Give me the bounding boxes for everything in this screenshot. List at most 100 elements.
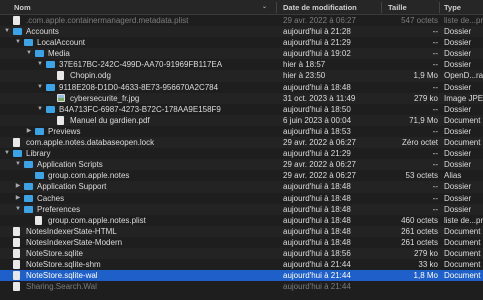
file-name: NotesIndexerState-HTML: [26, 226, 117, 236]
folder-icon: [24, 39, 33, 47]
disclosure-expanded-icon[interactable]: ▼: [25, 48, 33, 59]
modified-date: aujourd'hui à 18:56: [283, 248, 351, 258]
file-kind: Dossier: [444, 160, 472, 170]
disclosure-collapsed-icon[interactable]: ▶: [14, 193, 22, 204]
file-list: .com.apple.containermanagerd.metadata.pl…: [0, 15, 483, 292]
file-name: Library: [26, 149, 51, 159]
modified-date: 29 avr. 2022 à 06:27: [283, 138, 356, 148]
file-icon: [13, 282, 20, 292]
modified-date: aujourd'hui à 21:29: [283, 149, 351, 159]
file-size: --: [432, 27, 438, 37]
disclosure-collapsed-icon[interactable]: ▶: [25, 126, 33, 137]
file-row[interactable]: NotesIndexerState-Modern aujourd'hui à 18…: [0, 237, 483, 248]
file-row[interactable]: ▼ LocalAccount aujourd'hui à 21:29 -- Dossie…: [0, 37, 483, 48]
file-icon: [35, 215, 42, 225]
file-size: --: [432, 60, 438, 70]
file-row[interactable]: group.com.apple.notes 29 avr. 2022 à 06:2…: [0, 170, 483, 181]
file-name: Media: [48, 49, 70, 59]
file-size: --: [432, 82, 438, 92]
disclosure-expanded-icon[interactable]: ▼: [36, 82, 44, 93]
file-row[interactable]: ▼ B4A713FC-6987-4273-B72C-178AA9E158F9 auj…: [0, 104, 483, 115]
column-header-name[interactable]: Nom: [14, 0, 31, 15]
file-row[interactable]: cybersecurite_fr.jpg 31 oct. 2023 à 11:49…: [0, 92, 483, 104]
file-size: 547 octets: [401, 16, 438, 25]
file-row[interactable]: ▼ Accounts aujourd'hui à 21:28 -- Dossier: [0, 26, 483, 38]
modified-date: aujourd'hui à 18:48: [283, 226, 351, 236]
file-kind: Dossier: [444, 104, 472, 114]
file-row[interactable]: NoteStore.sqlite-wal aujourd'hui à 21:44 1…: [0, 270, 483, 282]
file-size: 1,8 Mo: [413, 271, 438, 281]
file-row[interactable]: .com.apple.containermanagerd.metadata.pl…: [0, 15, 483, 26]
column-divider[interactable]: [276, 2, 277, 13]
disclosure-expanded-icon[interactable]: ▼: [36, 104, 44, 115]
file-row[interactable]: ▼ 9118E208-D1D0-4633-8E73-956670A2C784 auj…: [0, 82, 483, 93]
file-row[interactable]: NoteStore.sqlite-shm aujourd'hui à 21:44 3…: [0, 259, 483, 270]
file-size: 33 ko: [418, 260, 438, 270]
modified-date: 29 avr. 2022 à 06:27: [283, 160, 356, 170]
file-row[interactable]: Sharing.Search.Wal aujourd'hui à 21:44: [0, 281, 483, 292]
disclosure-expanded-icon[interactable]: ▼: [14, 159, 22, 170]
file-row[interactable]: ▼ 37E617BC-242C-499D-AA70-91969FB117EA hie…: [0, 59, 483, 70]
file-row[interactable]: group.com.apple.notes.plist aujourd'hui à…: [0, 215, 483, 226]
file-kind: Alias: [444, 171, 462, 181]
disclosure-expanded-icon[interactable]: ▼: [3, 148, 11, 159]
folder-icon: [46, 83, 55, 91]
file-name: cybersecurite_fr.jpg: [70, 93, 140, 103]
file-name: Manuel du gardien.pdf: [70, 115, 150, 125]
disclosure-expanded-icon[interactable]: ▼: [3, 26, 11, 37]
file-row[interactable]: ▼ Preferences aujourd'hui à 18:48 -- Dossier: [0, 203, 483, 215]
chevron-down-icon[interactable]: ⌄: [262, 0, 267, 15]
modified-date: hier à 18:57: [283, 60, 326, 70]
file-name: .com.apple.containermanagerd.metadata.pl…: [26, 16, 189, 25]
modified-date: aujourd'hui à 18:48: [283, 193, 351, 203]
file-row[interactable]: ▶ Application Support aujourd'hui à 18:48 -…: [0, 181, 483, 193]
disclosure-collapsed-icon[interactable]: ▶: [14, 181, 22, 192]
file-kind: Document: [444, 260, 481, 270]
file-icon: [13, 248, 20, 258]
file-name: 9118E208-D1D0-4633-8E73-956670A2C784: [59, 82, 219, 92]
modified-date: aujourd'hui à 21:28: [283, 27, 351, 37]
column-header-size[interactable]: Taille: [388, 0, 407, 15]
file-row[interactable]: ▼ Media aujourd'hui à 19:02 -- Dossier: [0, 48, 483, 60]
disclosure-expanded-icon[interactable]: ▼: [36, 59, 44, 70]
image-icon: [57, 94, 65, 103]
file-row[interactable]: ▼ Library aujourd'hui à 21:29 -- Dossier: [0, 148, 483, 159]
file-name: NoteStore.sqlite: [26, 248, 83, 258]
file-kind: Document: [444, 271, 481, 281]
column-header-kind[interactable]: Type: [444, 0, 461, 15]
file-row[interactable]: NotesIndexerState-HTML aujourd'hui à 18:4…: [0, 225, 483, 237]
file-name: NoteStore.sqlite-shm: [26, 260, 101, 270]
file-size: --: [432, 149, 438, 159]
disclosure-expanded-icon[interactable]: ▼: [14, 204, 22, 215]
file-row[interactable]: ▶ Caches aujourd'hui à 18:48 -- Dossier: [0, 193, 483, 204]
file-size: --: [432, 193, 438, 203]
file-row[interactable]: com.apple.notes.databaseopen.lock 29 avr.…: [0, 137, 483, 149]
disclosure-expanded-icon[interactable]: ▼: [14, 37, 22, 48]
file-kind: Dossier: [444, 27, 472, 37]
modified-date: 6 juin 2023 à 00:04: [283, 115, 352, 125]
file-row[interactable]: Manuel du gardien.pdf 6 juin 2023 à 00:04…: [0, 114, 483, 126]
file-kind: Dossier: [444, 126, 472, 136]
column-divider[interactable]: [439, 2, 440, 13]
file-name: group.com.apple.notes.plist: [48, 215, 146, 225]
modified-date: aujourd'hui à 18:50: [283, 104, 351, 114]
file-name: B4A713FC-6987-4273-B72C-178AA9E158F9: [59, 104, 221, 114]
file-icon: [13, 138, 20, 148]
file-row[interactable]: Chopin.odg hier à 23:50 1,9 Mo OpenD...rawi…: [0, 70, 483, 82]
column-divider[interactable]: [381, 2, 382, 13]
file-row[interactable]: ▼ Application Scripts 29 avr. 2022 à 06:27…: [0, 159, 483, 171]
file-icon: [13, 16, 20, 25]
file-kind: Image JPEG: [444, 93, 483, 103]
folder-icon: [35, 50, 44, 58]
file-row[interactable]: NoteStore.sqlite aujourd'hui à 18:56 279 k…: [0, 247, 483, 260]
column-header-date[interactable]: Date de modification: [283, 0, 357, 15]
column-header: Nom ⌄ Date de modification Taille Type: [0, 0, 483, 15]
file-icon: [13, 226, 20, 236]
file-size: 1,9 Mo: [413, 71, 438, 81]
folder-icon: [46, 61, 55, 69]
modified-date: 31 oct. 2023 à 11:49: [283, 93, 356, 103]
file-size: --: [432, 38, 438, 48]
file-name: Chopin.odg: [70, 71, 111, 81]
file-row[interactable]: ▶ Previews aujourd'hui à 18:53 -- Dossier: [0, 126, 483, 137]
file-size: --: [432, 204, 438, 214]
